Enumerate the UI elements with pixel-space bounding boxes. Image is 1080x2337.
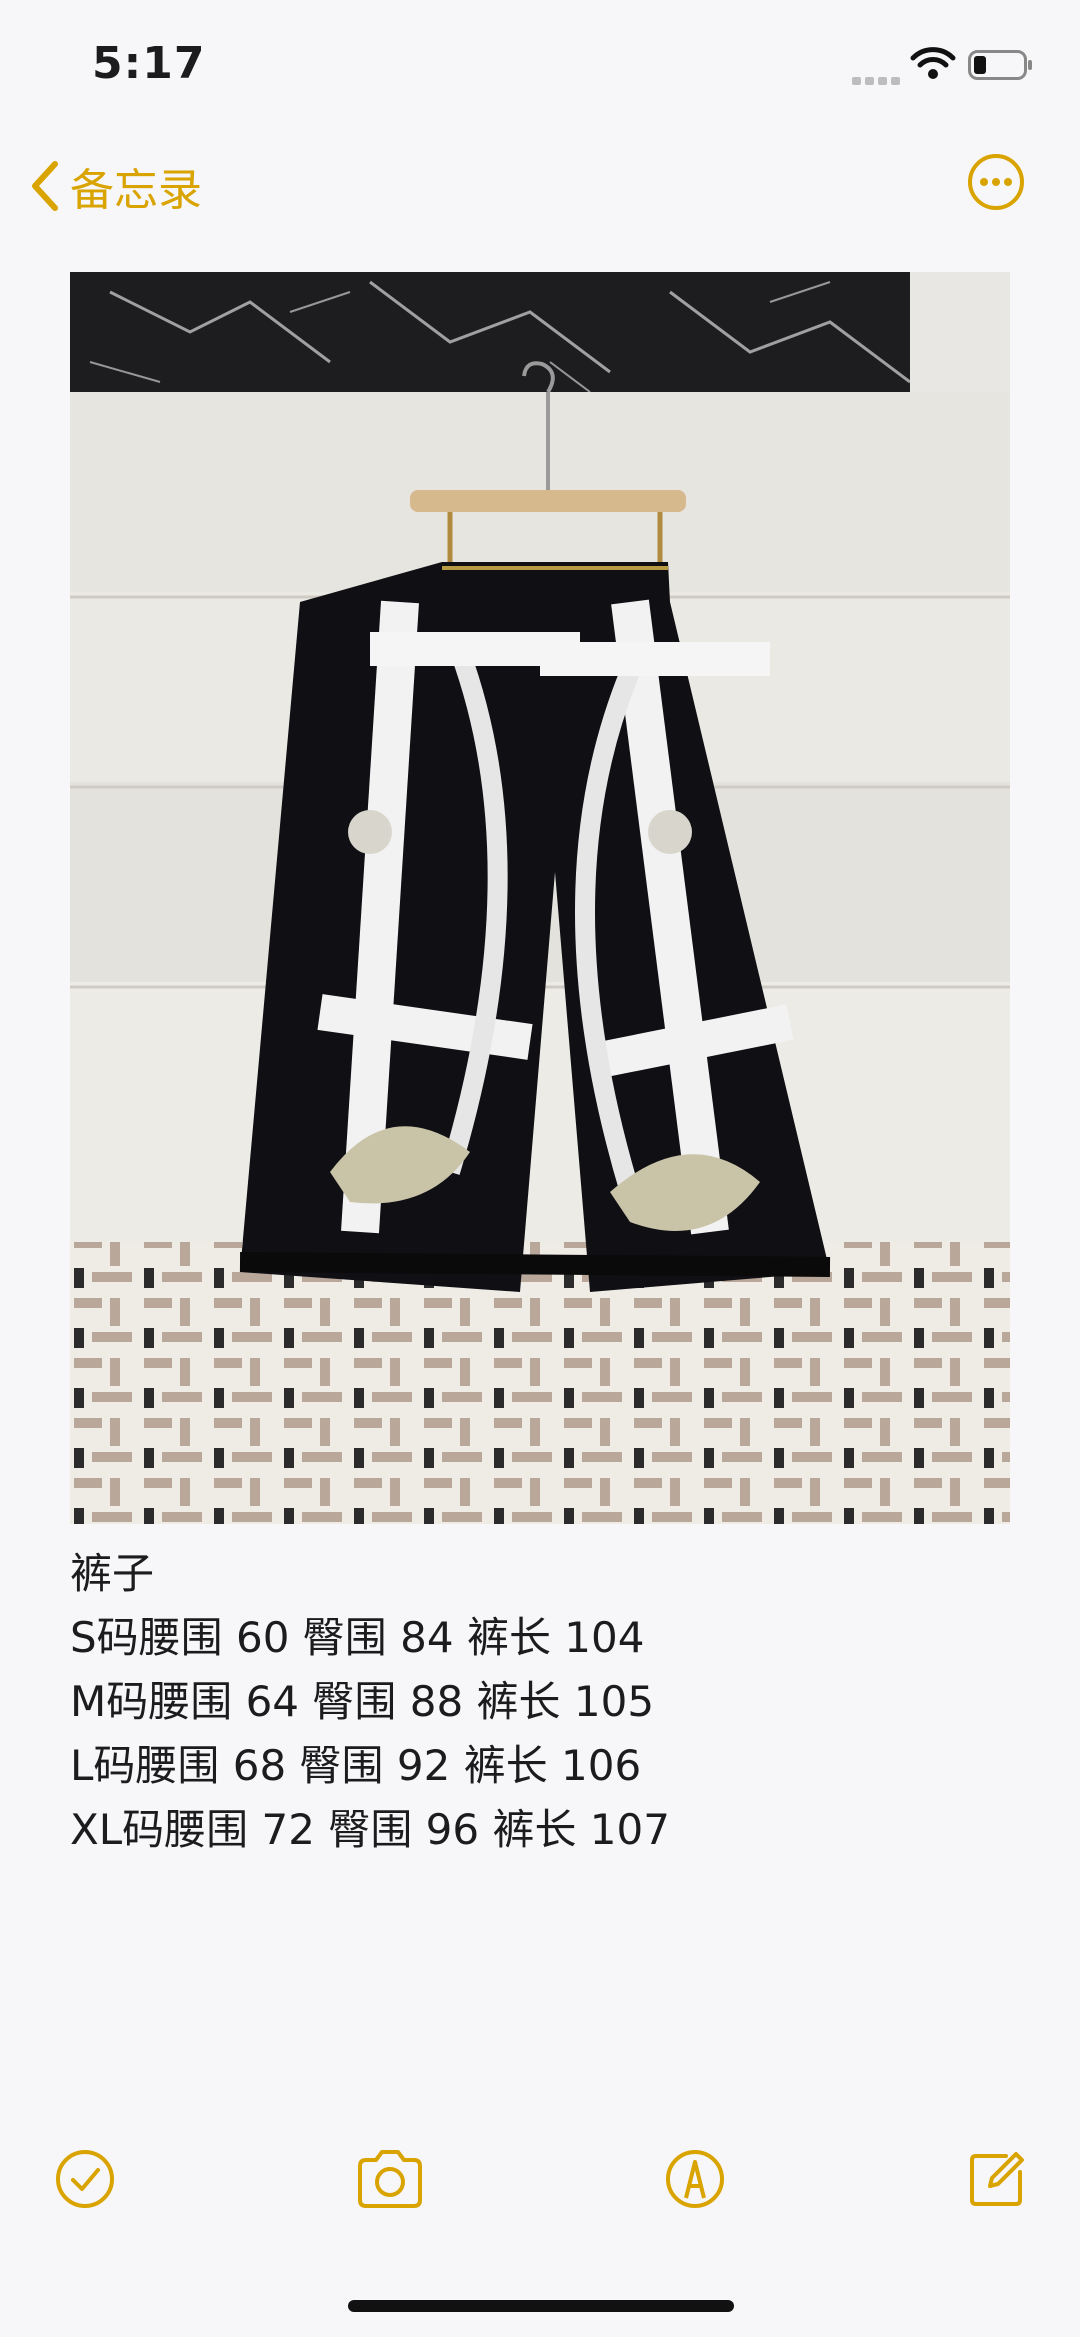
back-button[interactable]: 备忘录 [30,154,202,218]
chevron-left-icon [32,161,58,211]
home-indicator[interactable] [348,2300,734,2312]
note-line-size-l: L码腰围 68 臀围 92 裤长 106 [70,1741,642,1790]
status-bar: 5:17 [0,0,1080,130]
navigation-bar: 备忘录 [0,140,1080,230]
note-title-line: 裤子 [70,1549,155,1598]
back-label: 备忘录 [70,165,202,216]
compose-icon[interactable] [966,2148,1028,2210]
status-time: 5:17 [92,38,206,89]
camera-icon[interactable] [354,2148,426,2210]
markup-pen-icon[interactable] [664,2148,726,2210]
note-photo[interactable] [70,272,1010,1524]
bottom-toolbar [0,2148,1080,2238]
cellular-signal-icon [852,70,904,89]
note-body[interactable]: 裤子 S码腰围 60 臀围 84 裤长 104 M码腰围 64 臀围 88 裤长… [70,1542,1010,1862]
note-line-size-m: M码腰围 64 臀围 88 裤长 105 [70,1677,655,1726]
pants-photo-illustration [70,272,1010,1524]
note-line-size-xl: XL码腰围 72 臀围 96 裤长 107 [70,1805,670,1854]
ellipsis-circle-icon[interactable] [966,152,1026,212]
wifi-icon [910,47,956,79]
checklist-icon[interactable] [54,2148,116,2210]
note-line-size-s: S码腰围 60 臀围 84 裤长 104 [70,1613,645,1662]
battery-icon [968,50,1032,80]
